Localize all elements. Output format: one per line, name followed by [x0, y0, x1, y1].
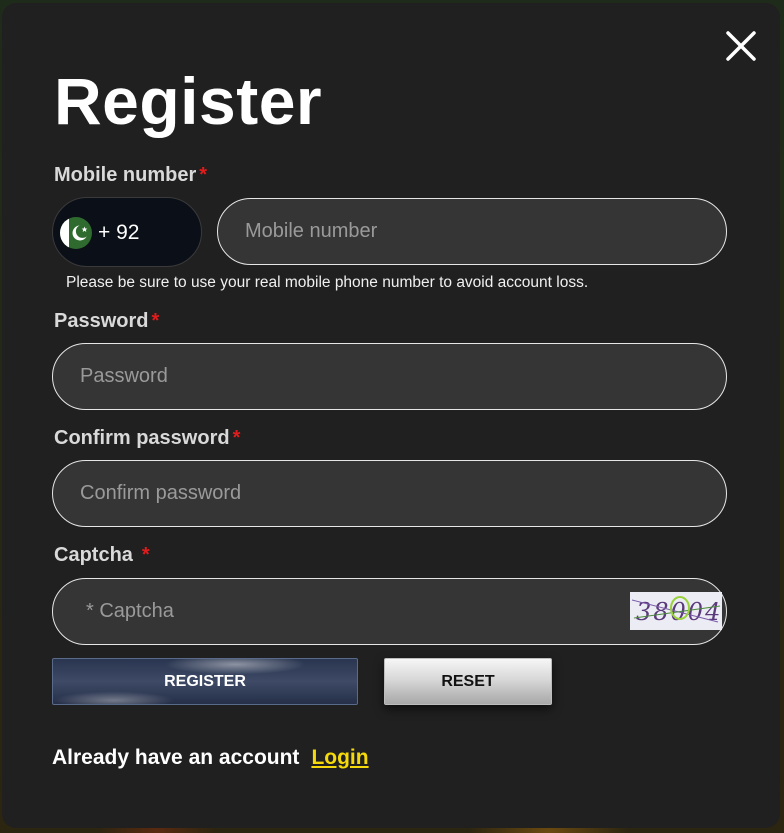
captcha-image[interactable]: 38004 [630, 592, 722, 630]
mobile-number-label: Mobile number * [54, 162, 207, 188]
register-button[interactable]: REGISTER [52, 658, 358, 705]
captcha-label: Captcha * [54, 542, 150, 568]
confirm-password-field [52, 460, 727, 527]
country-dial-code: + 92 [98, 221, 140, 244]
close-icon [726, 31, 756, 61]
reset-button[interactable]: RESET [384, 658, 552, 705]
required-mark: * [232, 427, 241, 449]
captcha-field: 38004 [52, 578, 727, 645]
country-code-selector[interactable]: + 92 [52, 197, 202, 267]
confirm-password-input[interactable] [53, 461, 726, 526]
mobile-number-field [217, 198, 727, 265]
modal-title: Register [54, 64, 323, 138]
password-input[interactable] [53, 344, 726, 409]
captcha-label-text: Captcha [54, 544, 133, 566]
required-mark: * [199, 164, 208, 186]
password-label-text: Password [54, 310, 149, 332]
password-field [52, 343, 727, 410]
pakistan-flag-icon [60, 217, 92, 249]
login-prompt-text: Already have an account [52, 746, 300, 769]
login-link[interactable]: Login [311, 746, 368, 769]
register-modal: Register Mobile number* + 92 Please be s… [2, 3, 780, 828]
required-mark: * [141, 544, 150, 566]
required-mark: * [151, 310, 160, 332]
mobile-number-label-text: Mobile number [54, 164, 197, 186]
captcha-input[interactable] [53, 579, 726, 644]
confirm-password-label: Confirm password * [54, 425, 240, 451]
mobile-number-input[interactable] [218, 199, 726, 264]
mobile-number-hint: Please be sure to use your real mobile p… [66, 274, 589, 291]
password-label: Password * [54, 308, 159, 334]
confirm-password-label-text: Confirm password [54, 427, 230, 449]
close-button[interactable] [724, 29, 758, 63]
login-prompt: Already have an account Login [52, 744, 369, 772]
